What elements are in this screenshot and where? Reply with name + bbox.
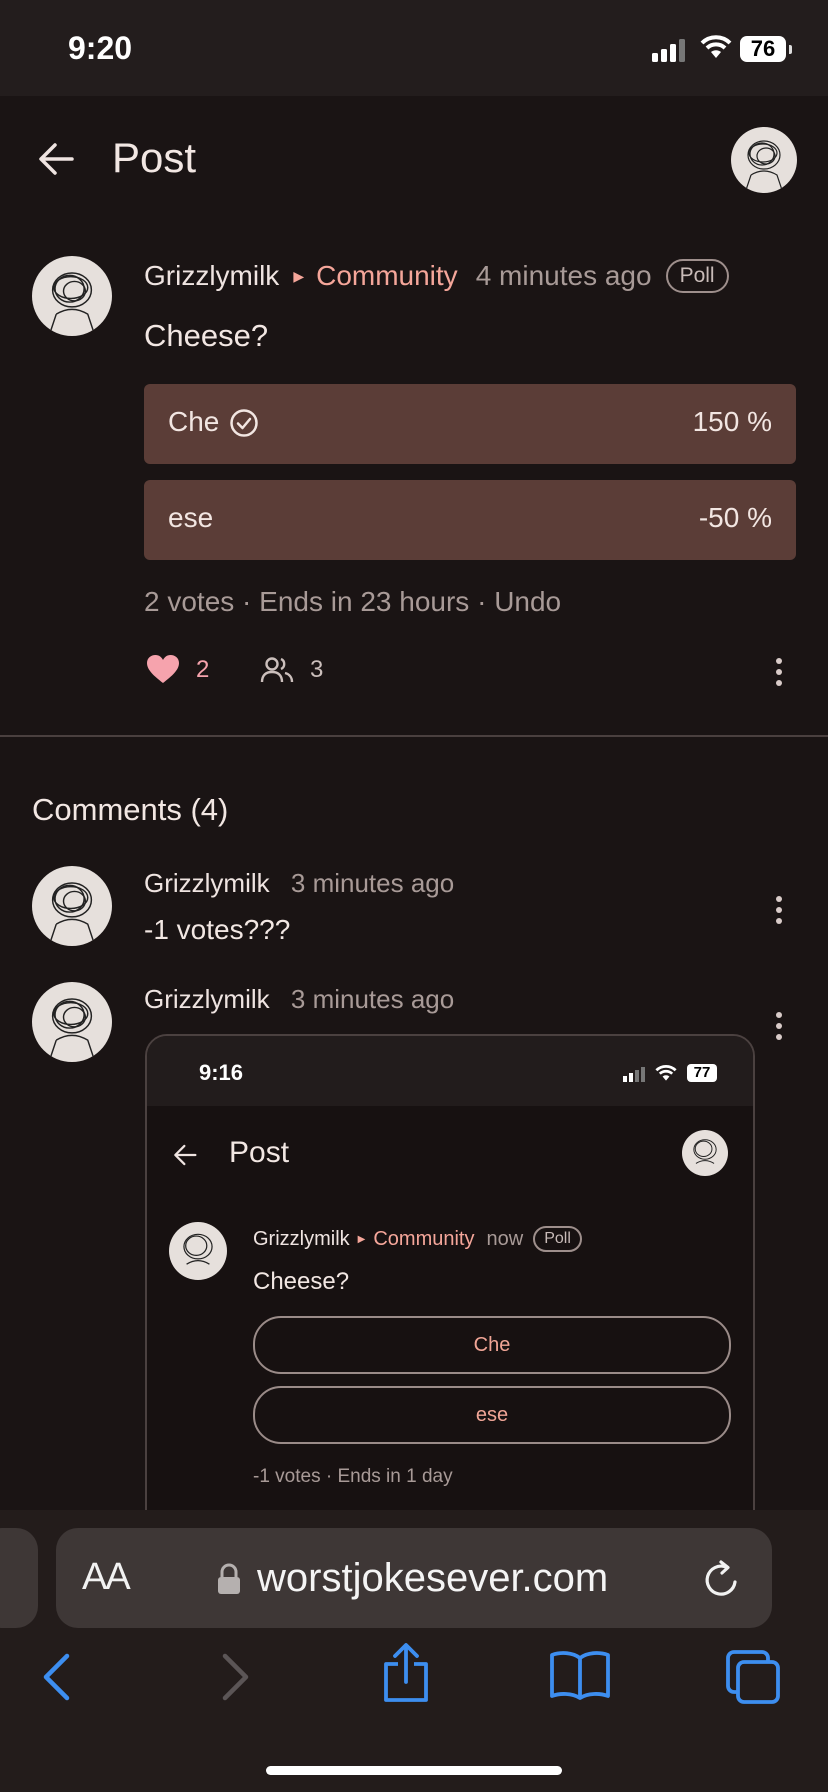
embedded-battery: 77: [687, 1064, 717, 1082]
share-icon[interactable]: [380, 1642, 432, 1704]
scribble-avatar-icon: [48, 998, 96, 1062]
poll-badge: Poll: [665, 259, 729, 293]
text-size-button[interactable]: AA: [82, 1556, 131, 1599]
comment-avatar[interactable]: [32, 982, 112, 1062]
section-divider: [0, 735, 828, 737]
scribble-avatar-icon: [48, 882, 96, 946]
home-indicator: [266, 1766, 562, 1775]
embedded-signal-icon: [623, 1067, 645, 1082]
comment-meta: Grizzlymilk 3 minutes ago: [144, 868, 454, 899]
check-circle-icon: [230, 409, 258, 437]
previous-tab-preview[interactable]: [0, 1528, 38, 1628]
heart-icon[interactable]: [146, 654, 180, 684]
scribble-avatar-icon: [48, 272, 96, 336]
embedded-poll-option: Che: [253, 1316, 731, 1374]
comment-time: 3 minutes ago: [290, 868, 455, 898]
poll-option-percent: 150 %: [692, 406, 772, 437]
embedded-wifi-icon: [655, 1065, 677, 1081]
embedded-chevron-icon: ▶: [357, 1233, 366, 1245]
embedded-post-title: Cheese?: [253, 1268, 350, 1295]
embedded-post-meta: Grizzlymilk ▶ Community now Poll: [253, 1226, 582, 1252]
poll-option-percent: -50 %: [698, 502, 772, 533]
post-community-link[interactable]: Community: [316, 260, 458, 292]
embedded-author-avatar: [169, 1222, 227, 1280]
back-arrow-icon[interactable]: [38, 142, 74, 176]
comment-time: 3 minutes ago: [290, 984, 455, 1014]
embedded-poll-meta: -1 votes · Ends in 1 day: [253, 1466, 453, 1487]
embedded-time: 9:16: [199, 1060, 244, 1085]
poll-option-che[interactable]: Che 150 %: [144, 384, 796, 464]
page-title: Post: [112, 134, 197, 181]
participant-count: 3: [310, 656, 324, 683]
poll-option-ese[interactable]: ese -50 %: [144, 480, 796, 560]
chevron-right-icon: ▶: [293, 267, 305, 284]
post-time: 4 minutes ago: [475, 260, 652, 291]
scribble-avatar-icon: [183, 1233, 213, 1265]
comments-heading: Comments (4): [32, 792, 229, 827]
poll-option-label: Che: [168, 406, 220, 437]
poll-votes-meta: 2 votes · Ends in 23 hours ·: [144, 586, 495, 617]
participants-icon[interactable]: [260, 656, 294, 684]
like-count: 2: [196, 656, 210, 683]
status-time: 9:20: [68, 30, 133, 66]
poll-summary: 2 votes · Ends in 23 hours · Undo: [144, 586, 561, 618]
embedded-back-arrow-icon: [174, 1144, 197, 1166]
undo-vote-link[interactable]: Undo: [494, 586, 561, 617]
comment-author[interactable]: Grizzlymilk: [144, 984, 270, 1014]
poll-option-label: ese: [168, 502, 214, 533]
post-more-icon[interactable]: [776, 658, 784, 691]
embedded-poll-badge: Poll: [533, 1226, 582, 1252]
post-author-avatar[interactable]: [32, 256, 112, 336]
back-nav-icon[interactable]: [40, 1652, 72, 1702]
scribble-avatar-icon: [693, 1139, 717, 1164]
reload-icon[interactable]: [702, 1560, 742, 1600]
post-meta-line: Grizzlymilk ▶ Community 4 minutes ago Po…: [144, 258, 729, 294]
embedded-page-title: Post: [229, 1136, 290, 1169]
lock-icon: [218, 1563, 240, 1594]
embedded-community: Community: [373, 1227, 475, 1250]
embedded-author: Grizzlymilk: [253, 1227, 350, 1250]
user-avatar[interactable]: [731, 127, 797, 193]
embedded-user-avatar: [682, 1130, 728, 1176]
battery-indicator: 76: [740, 36, 792, 62]
comment-avatar[interactable]: [32, 866, 112, 946]
embedded-poll-option: ese: [253, 1386, 731, 1444]
text-size-label: AA: [82, 1556, 131, 1598]
comment-meta: Grizzlymilk 3 minutes ago: [144, 984, 454, 1015]
wifi-icon: [700, 35, 732, 58]
comment-text: -1 votes???: [144, 914, 291, 945]
comment-author[interactable]: Grizzlymilk: [144, 868, 270, 898]
scribble-avatar-icon: [744, 140, 784, 193]
comment-more-icon[interactable]: [776, 1012, 784, 1045]
tabs-icon[interactable]: [724, 1648, 782, 1706]
cellular-signal-icon: [652, 39, 685, 62]
embedded-time-ago: now: [486, 1227, 524, 1250]
forward-nav-icon[interactable]: [220, 1652, 252, 1702]
post-author-name[interactable]: Grizzlymilk: [144, 260, 279, 292]
comment-more-icon[interactable]: [776, 896, 784, 929]
url-text[interactable]: worstjokesever.com: [257, 1556, 608, 1601]
bookmarks-icon[interactable]: [548, 1650, 612, 1700]
post-title: Cheese?: [144, 318, 269, 353]
comment-screenshot-image[interactable]: 9:16 77 Post Grizzlymilk ▶ Community now…: [145, 1034, 755, 1538]
